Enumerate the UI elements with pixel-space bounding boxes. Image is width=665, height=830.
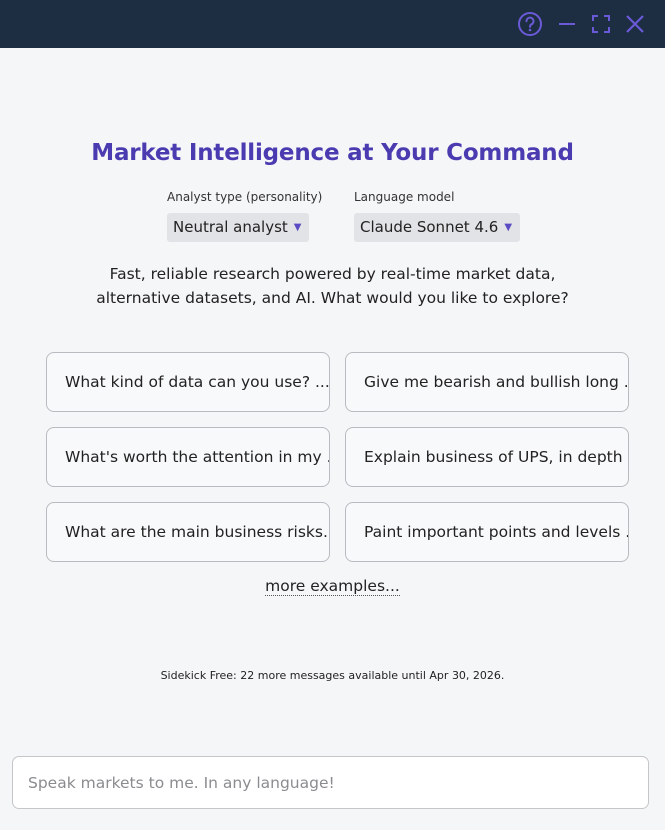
example-prompt-card[interactable]: Explain business of UPS, in depth (345, 427, 629, 487)
page-title: Market Intelligence at Your Command (91, 140, 574, 166)
language-model-group: Language model Claude Sonnet 4.6 ▼ (354, 190, 521, 242)
language-model-dropdown[interactable]: Claude Sonnet 4.6 ▼ (354, 213, 521, 242)
caret-down-icon: ▼ (293, 222, 302, 233)
analyst-type-dropdown[interactable]: Neutral analyst ▼ (167, 213, 310, 242)
example-prompt-card[interactable]: What are the main business risks... (46, 502, 330, 562)
maximize-icon[interactable] (588, 11, 614, 37)
intro-text: Fast, reliable research powered by real-… (0, 262, 665, 310)
title-bar (0, 0, 665, 48)
chat-input[interactable] (12, 756, 649, 809)
help-icon[interactable] (517, 11, 543, 37)
example-prompt-card[interactable]: What kind of data can you use? ... (46, 352, 330, 412)
analyst-type-group: Analyst type (personality) Neutral analy… (167, 190, 322, 242)
more-examples-row: more examples... (0, 577, 665, 596)
minimize-icon[interactable] (554, 11, 580, 37)
intro-line-2: alternative datasets, and AI. What would… (96, 289, 569, 307)
close-icon[interactable] (622, 11, 648, 37)
more-examples-link[interactable]: more examples... (265, 577, 400, 596)
example-prompt-card[interactable]: Give me bearish and bullish long ... (345, 352, 629, 412)
example-prompt-card[interactable]: Paint important points and levels ... (345, 502, 629, 562)
quota-notice: Sidekick Free: 22 more messages availabl… (160, 669, 505, 682)
example-prompt-card[interactable]: What's worth the attention in my ... (46, 427, 330, 487)
analyst-type-value: Neutral analyst (173, 218, 288, 236)
language-model-value: Claude Sonnet 4.6 (360, 218, 499, 236)
caret-down-icon: ▼ (504, 222, 513, 233)
analyst-type-label: Analyst type (personality) (167, 190, 323, 204)
language-model-label: Language model (354, 190, 455, 204)
intro-line-1: Fast, reliable research powered by real-… (109, 265, 556, 283)
